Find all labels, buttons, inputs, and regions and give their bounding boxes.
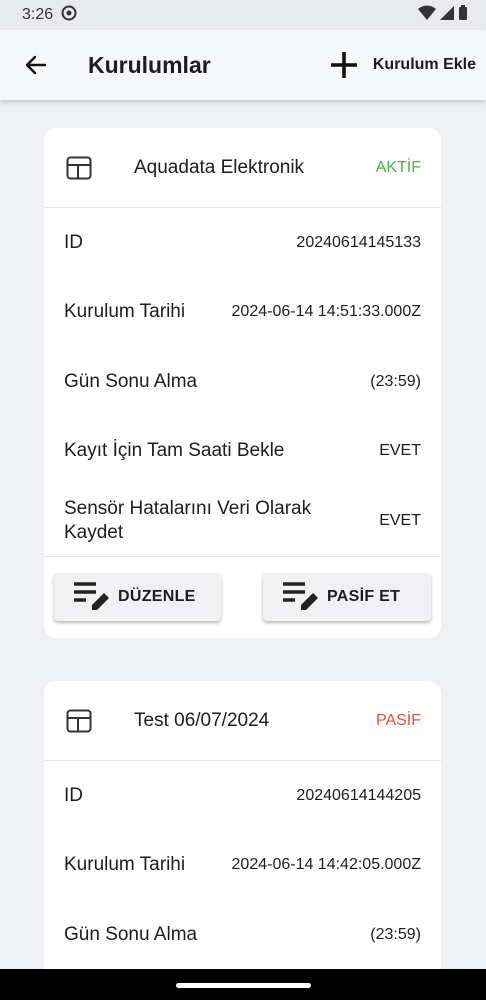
edit-note-icon [74,582,109,610]
add-installation-label: Kurulum Ekle [372,56,476,73]
installation-name: Aquadata Elektronik [134,156,305,178]
row-label: Kurulum Tarihi [64,301,186,323]
detail-row: Sensör Hatalarını Veri Olarak Kaydet EVE… [44,486,441,556]
back-button[interactable] [20,49,52,81]
wifi-icon [418,5,436,26]
row-value: 20240614145133 [296,233,421,251]
row-label: ID [64,231,83,253]
row-label: ID [64,784,83,806]
add-installation-button[interactable]: Kurulum Ekle [329,50,476,80]
layout-icon [66,156,92,179]
deactivate-button-label: PASİF ET [327,588,401,605]
detail-row: ID 20240614144205 [44,761,441,831]
row-value: (23:59) [370,925,421,943]
row-label: Gün Sonu Alma [64,370,198,392]
row-value: 2024-06-14 14:51:33.000Z [231,303,421,321]
status-bar: 3:26 [0,0,486,30]
row-label: Sensör Hatalarını Veri Olarak Kaydet [64,497,312,543]
status-badge: PASİF [375,711,421,729]
detail-row: Kurulum Tarihi 2024-06-14 14:42:05.000Z [44,831,441,901]
card-header: Test 06/07/2024 PASİF [44,681,441,761]
row-value: EVET [379,442,421,460]
detail-row: Kurulum Tarihi 2024-06-14 14:51:33.000Z [44,278,441,348]
detail-row: Gün Sonu Alma (23:59) [44,347,441,417]
card-actions: DÜZENLE PASİF ET [44,555,441,638]
notification-icon [61,5,77,26]
detail-row: Gün Sonu Alma (23:59) [44,900,441,970]
plus-icon [330,52,357,78]
card-header: Aquadata Elektronik AKTİF [44,128,441,208]
row-label: Kurulum Tarihi [64,854,186,876]
app-bar: Kurulumlar Kurulum Ekle [0,30,486,100]
installation-name: Test 06/07/2024 [134,709,270,731]
row-value: 20240614144205 [296,786,421,804]
status-badge: AKTİF [375,158,421,176]
row-label: Gün Sonu Alma [64,923,198,945]
layout-icon [66,709,92,732]
installation-card: Test 06/07/2024 PASİF ID 20240614144205 … [44,681,441,981]
row-value: 2024-06-14 14:42:05.000Z [231,856,421,874]
system-navigation-bar [0,969,486,1000]
detail-row: ID 20240614145133 [44,208,441,278]
edit-button-label: DÜZENLE [118,588,196,605]
status-time: 3:26 [22,6,54,23]
installation-card: Aquadata Elektronik AKTİF ID 20240614145… [44,128,441,638]
page-title: Kurulumlar [88,51,211,78]
edit-button[interactable]: DÜZENLE [54,573,221,621]
arrow-left-icon [25,55,47,75]
battery-icon [458,4,468,26]
row-value: (23:59) [370,372,421,390]
detail-row: Kayıt İçin Tam Saati Bekle EVET [44,417,441,487]
home-gesture-handle[interactable] [176,983,311,988]
row-value: EVET [379,511,421,529]
row-label: Kayıt İçin Tam Saati Bekle [64,440,285,462]
edit-note-icon [283,582,318,610]
deactivate-button[interactable]: PASİF ET [263,573,431,621]
signal-icon [440,5,454,25]
